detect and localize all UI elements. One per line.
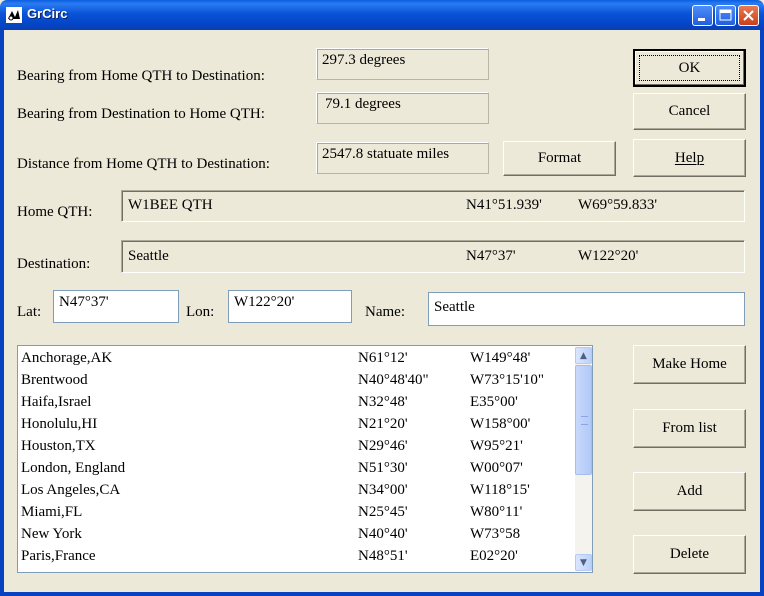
home-qth-lon: W69°59.833'	[578, 197, 658, 213]
delete-button[interactable]: Delete	[633, 535, 746, 574]
cancel-button[interactable]: Cancel	[633, 93, 746, 130]
list-item[interactable]: Honolulu,HI N21°20' W158°00'	[21, 414, 573, 436]
location-name: Honolulu,HI	[21, 416, 98, 432]
bearing-dest-label: Bearing from Destination to Home QTH:	[17, 106, 265, 122]
chevron-down-icon: ▼	[580, 557, 587, 568]
location-name: Los Angeles,CA	[21, 482, 121, 498]
location-lon: W149°48'	[470, 350, 531, 366]
destination-lon: W122°20'	[578, 248, 639, 264]
home-qth-label: Home QTH:	[17, 204, 93, 220]
close-icon	[743, 10, 754, 21]
location-lat: N51°30'	[358, 460, 408, 476]
name-input[interactable]: Seattle	[428, 292, 745, 326]
list-item[interactable]: Miami,FL N25°45' W80°11'	[21, 502, 573, 524]
lon-label: Lon:	[186, 304, 215, 320]
list-item[interactable]: Anchorage,AK N61°12' W149°48'	[21, 348, 573, 370]
destination-name: Seattle	[128, 248, 169, 264]
home-qth-box: W1BEE QTH N41°51.939' W69°59.833'	[121, 190, 745, 222]
bearing-home-value: 297.3 degrees	[316, 48, 489, 80]
from-list-button[interactable]: From list	[633, 409, 746, 448]
scroll-thumb[interactable]	[575, 365, 592, 475]
make-home-button[interactable]: Make Home	[633, 345, 746, 384]
chevron-up-icon: ▲	[580, 350, 587, 361]
title-bar[interactable]	[0, 0, 764, 30]
lat-input[interactable]: N47°37'	[53, 290, 179, 323]
location-lat: N34°00'	[358, 482, 408, 498]
location-name: London, England	[21, 460, 126, 476]
close-button[interactable]	[738, 5, 759, 26]
list-item[interactable]: Haifa,Israel N32°48' E35°00'	[21, 392, 573, 414]
location-lon: W73°15'10"	[470, 372, 544, 388]
location-lon: W158°00'	[470, 416, 531, 432]
home-qth-lat: N41°51.939'	[466, 197, 542, 213]
maximize-button[interactable]	[715, 5, 736, 26]
ok-button[interactable]: OK	[633, 49, 746, 87]
list-item[interactable]: Los Angeles,CA N34°00' W118°15'	[21, 480, 573, 502]
location-lat: N40°40'	[358, 526, 408, 542]
location-lat: N32°48'	[358, 394, 408, 410]
location-lon: E02°20'	[470, 548, 518, 564]
location-lon: W80°11'	[470, 504, 523, 520]
location-lat: N25°45'	[358, 504, 408, 520]
location-lat: N40°48'40"	[358, 372, 429, 388]
name-label: Name:	[365, 304, 405, 320]
bearing-dest-value: 79.1 degrees	[316, 92, 489, 124]
location-lon: W00°07'	[470, 460, 523, 476]
location-lat: N61°12'	[358, 350, 408, 366]
add-button[interactable]: Add	[633, 472, 746, 511]
scroll-down-button[interactable]: ▼	[575, 554, 592, 571]
location-lon: W118°15'	[470, 482, 530, 498]
location-list[interactable]: Anchorage,AK N61°12' W149°48' Brentwood N40°…	[17, 345, 593, 573]
bearing-home-label: Bearing from Home QTH to Destination:	[17, 68, 265, 84]
distance-value: 2547.8 statuate miles	[316, 142, 489, 174]
list-item[interactable]: New York N40°40' W73°58	[21, 524, 573, 546]
location-lat: N29°46'	[358, 438, 408, 454]
destination-label: Destination:	[17, 256, 91, 272]
grip-icon	[581, 416, 588, 425]
window-title: GrCirc	[27, 6, 68, 21]
grcirc-app-icon	[6, 7, 22, 23]
minimize-icon	[698, 18, 705, 21]
location-lat: N21°20'	[358, 416, 408, 432]
help-button[interactable]: Help	[633, 139, 746, 177]
location-lon: W95°21'	[470, 438, 523, 454]
minimize-button[interactable]	[692, 5, 713, 26]
location-name: Miami,FL	[21, 504, 83, 520]
location-name: Brentwood	[21, 372, 88, 388]
location-name: Paris,France	[21, 548, 96, 564]
distance-label: Distance from Home QTH to Destination:	[17, 156, 270, 172]
location-name: Anchorage,AK	[21, 350, 113, 366]
ok-button-label: OK	[678, 59, 701, 76]
list-scrollbar[interactable]: ▲ ▼	[575, 347, 592, 571]
location-lat: N48°51'	[358, 548, 408, 564]
lon-input[interactable]: W122°20'	[228, 290, 352, 323]
location-lon: W73°58	[470, 526, 521, 542]
format-button[interactable]: Format	[503, 141, 616, 176]
list-item[interactable]: Brentwood N40°48'40" W73°15'10"	[21, 370, 573, 392]
maximize-icon	[719, 9, 732, 21]
scroll-up-button[interactable]: ▲	[575, 347, 592, 364]
list-item[interactable]: Houston,TX N29°46' W95°21'	[21, 436, 573, 458]
location-name: New York	[21, 526, 82, 542]
list-item[interactable]: Paris,France N48°51' E02°20'	[21, 546, 573, 568]
destination-box: Seattle N47°37' W122°20'	[121, 240, 745, 273]
location-name: Haifa,Israel	[21, 394, 92, 410]
destination-lat: N47°37'	[466, 248, 516, 264]
lat-label: Lat:	[17, 304, 42, 320]
location-name: Houston,TX	[21, 438, 96, 454]
list-item[interactable]: London, England N51°30' W00°07'	[21, 458, 573, 480]
home-qth-name: W1BEE QTH	[128, 197, 213, 213]
location-lon: E35°00'	[470, 394, 518, 410]
